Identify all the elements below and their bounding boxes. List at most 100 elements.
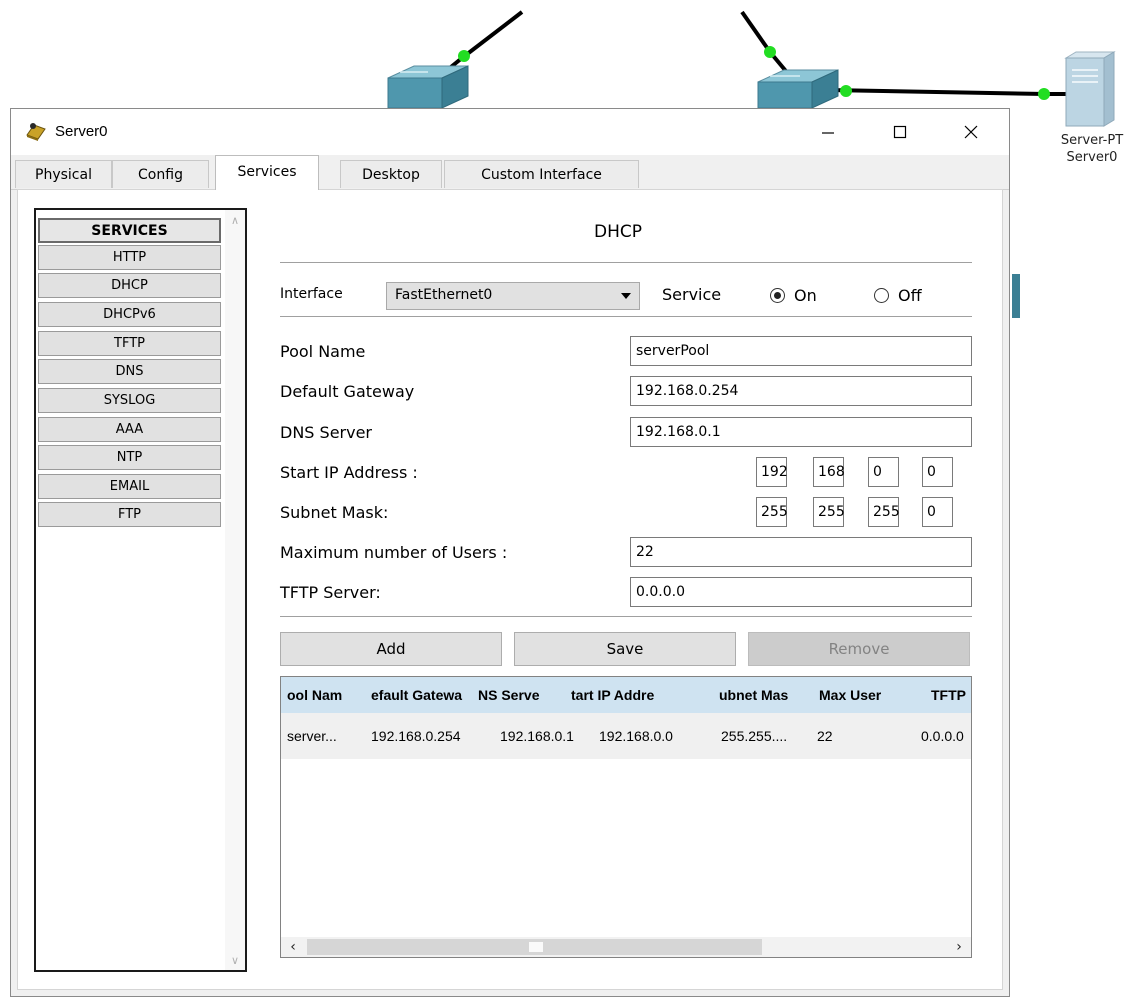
sidebar-item-ftp[interactable]: FTP bbox=[38, 502, 221, 527]
cell-start-ip: 192.168.0.0 bbox=[599, 728, 673, 744]
sidebar-item-dhcp[interactable]: DHCP bbox=[38, 273, 221, 298]
cell-max-users: 22 bbox=[817, 728, 833, 744]
subnet-mask-octet-3[interactable]: 255 bbox=[868, 497, 900, 527]
column-header-pool-name[interactable]: ool Nam bbox=[287, 677, 367, 713]
services-content: SERVICES HTTP DHCP DHCPv6 TFTP DNS SYSLO… bbox=[17, 189, 1003, 990]
scroll-right-icon[interactable]: › bbox=[949, 937, 969, 957]
close-icon bbox=[964, 125, 978, 139]
pool-name-label: Pool Name bbox=[280, 342, 366, 361]
link-line bbox=[827, 88, 1046, 96]
subnet-mask-octet-4[interactable]: 0 bbox=[922, 497, 953, 527]
column-header-default-gateway[interactable]: efault Gatewa bbox=[371, 677, 473, 713]
switch-icon[interactable] bbox=[387, 65, 469, 109]
chevron-down-icon bbox=[621, 293, 631, 299]
sidebar-item-http[interactable]: HTTP bbox=[38, 245, 221, 270]
table-header: ool Nam efault Gatewa NS Serve tart IP A… bbox=[281, 677, 971, 713]
sidebar-item-tftp[interactable]: TFTP bbox=[38, 331, 221, 356]
scroll-left-icon[interactable]: ‹ bbox=[283, 937, 303, 957]
interface-select[interactable]: FastEthernet0 bbox=[386, 282, 640, 310]
tab-desktop[interactable]: Desktop bbox=[340, 160, 442, 188]
minimize-icon bbox=[822, 132, 834, 134]
scroll-thumb[interactable] bbox=[307, 939, 762, 955]
start-ip-label: Start IP Address : bbox=[280, 463, 418, 482]
cell-subnet-mask: 255.255.... bbox=[721, 728, 788, 744]
radio-unchecked-icon bbox=[874, 288, 889, 303]
max-users-field[interactable]: 22 bbox=[630, 537, 972, 567]
start-ip-octet-1[interactable]: 192 bbox=[756, 457, 788, 487]
column-header-subnet-mask[interactable]: ubnet Mas bbox=[719, 677, 819, 713]
cell-dns-server: 192.168.0.1 bbox=[500, 728, 574, 744]
background-device-icon bbox=[1012, 274, 1020, 318]
title-bar[interactable]: Server0 bbox=[11, 109, 1009, 155]
start-ip-octet-3[interactable]: 0 bbox=[868, 457, 899, 487]
column-header-start-ip[interactable]: tart IP Addre bbox=[571, 677, 711, 713]
tab-bar: Physical Config Services Desktop Custom … bbox=[11, 155, 1009, 190]
column-header-dns-server[interactable]: NS Serve bbox=[478, 677, 564, 713]
save-button[interactable]: Save bbox=[514, 632, 736, 666]
interface-label: Interface bbox=[280, 286, 343, 302]
service-off-radio[interactable]: Off bbox=[874, 286, 922, 305]
maximize-button[interactable] bbox=[877, 109, 923, 155]
scroll-down-icon[interactable]: ∨ bbox=[225, 950, 245, 970]
scroll-up-icon[interactable]: ∧ bbox=[225, 210, 245, 230]
sidebar-item-dns[interactable]: DNS bbox=[38, 359, 221, 384]
dns-server-label: DNS Server bbox=[280, 423, 372, 442]
service-label: Service bbox=[662, 285, 722, 304]
add-button[interactable]: Add bbox=[280, 632, 502, 666]
server-app-icon bbox=[26, 123, 46, 141]
tftp-server-field[interactable]: 0.0.0.0 bbox=[630, 577, 972, 607]
column-header-max-users[interactable]: Max User bbox=[819, 677, 903, 713]
table-row[interactable]: server... 192.168.0.254 192.168.0.1 192.… bbox=[281, 713, 971, 759]
dns-server-field[interactable]: 192.168.0.1 bbox=[630, 417, 972, 447]
column-header-tftp[interactable]: TFTP bbox=[931, 677, 971, 713]
table-horizontal-scrollbar[interactable]: ‹ › bbox=[281, 937, 971, 957]
panel-title: DHCP bbox=[594, 222, 642, 242]
divider bbox=[280, 616, 972, 617]
minimize-button[interactable] bbox=[805, 109, 851, 155]
tab-physical[interactable]: Physical bbox=[15, 160, 112, 188]
switch-icon[interactable] bbox=[757, 69, 839, 109]
subnet-mask-octet-2[interactable]: 255 bbox=[813, 497, 845, 527]
server-icon[interactable] bbox=[1064, 51, 1116, 127]
tab-config[interactable]: Config bbox=[112, 160, 209, 188]
services-list: SERVICES HTTP DHCP DHCPv6 TFTP DNS SYSLO… bbox=[34, 208, 247, 972]
dhcp-pool-table: ool Nam efault Gatewa NS Serve tart IP A… bbox=[280, 676, 972, 958]
cell-default-gateway: 192.168.0.254 bbox=[371, 728, 461, 744]
subnet-mask-label: Subnet Mask: bbox=[280, 503, 389, 522]
maximize-icon bbox=[893, 125, 907, 139]
port-indicator bbox=[458, 50, 470, 62]
sidebar-item-email[interactable]: EMAIL bbox=[38, 474, 221, 499]
link-line bbox=[460, 10, 524, 60]
interface-select-value: FastEthernet0 bbox=[395, 287, 493, 303]
tab-services[interactable]: Services bbox=[215, 155, 319, 190]
tftp-server-label: TFTP Server: bbox=[280, 583, 381, 602]
sidebar-item-dhcpv6[interactable]: DHCPv6 bbox=[38, 302, 221, 327]
cell-pool-name: server... bbox=[287, 728, 337, 744]
divider bbox=[280, 262, 972, 263]
port-indicator bbox=[840, 85, 852, 97]
default-gateway-label: Default Gateway bbox=[280, 382, 415, 401]
service-on-radio[interactable]: On bbox=[770, 286, 817, 305]
server-type-label: Server-PT bbox=[1060, 133, 1124, 148]
service-on-label: On bbox=[794, 286, 817, 305]
port-indicator bbox=[764, 46, 776, 58]
tab-custom-interface[interactable]: Custom Interface bbox=[444, 160, 639, 188]
subnet-mask-octet-1[interactable]: 255 bbox=[756, 497, 788, 527]
divider bbox=[280, 316, 972, 317]
max-users-label: Maximum number of Users : bbox=[280, 543, 508, 562]
sidebar-item-ntp[interactable]: NTP bbox=[38, 445, 221, 470]
sidebar-item-syslog[interactable]: SYSLOG bbox=[38, 388, 221, 413]
close-button[interactable] bbox=[948, 109, 994, 155]
link-line bbox=[740, 10, 772, 54]
sidebar-item-aaa[interactable]: AAA bbox=[38, 417, 221, 442]
radio-checked-icon bbox=[770, 288, 785, 303]
start-ip-octet-2[interactable]: 168 bbox=[813, 457, 845, 487]
remove-button: Remove bbox=[748, 632, 970, 666]
start-ip-octet-4[interactable]: 0 bbox=[922, 457, 953, 487]
services-scrollbar[interactable]: ∧ ∨ bbox=[225, 210, 245, 970]
services-list-header: SERVICES bbox=[38, 218, 221, 243]
port-indicator bbox=[1038, 88, 1050, 100]
pool-name-field[interactable]: serverPool bbox=[630, 336, 972, 366]
window-title: Server0 bbox=[55, 123, 108, 140]
default-gateway-field[interactable]: 192.168.0.254 bbox=[630, 376, 972, 406]
